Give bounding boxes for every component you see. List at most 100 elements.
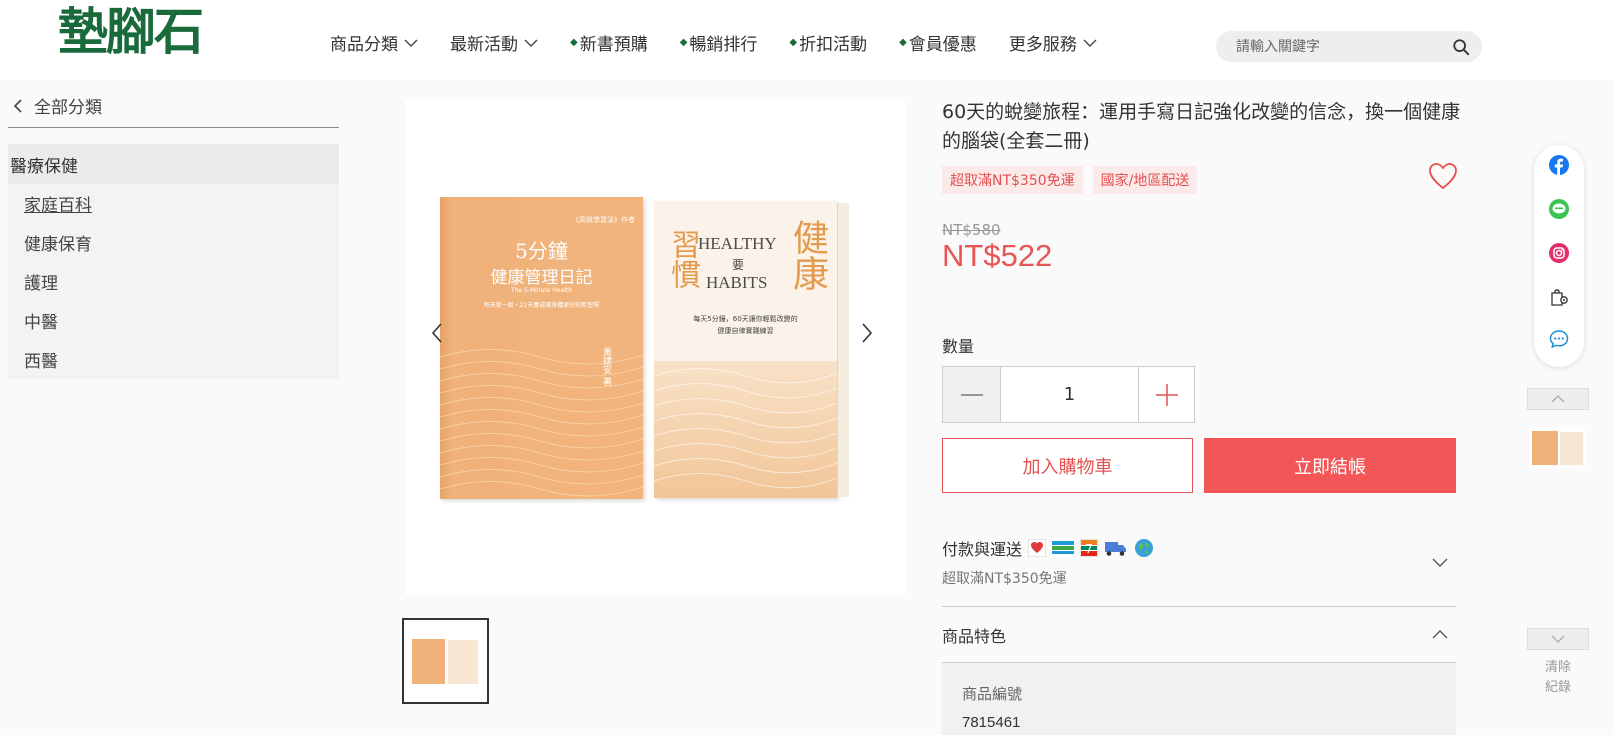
social-share-bar xyxy=(1534,145,1584,367)
site-logo[interactable]: 墊腳石 xyxy=(58,4,204,60)
sidebar-subcategory[interactable]: 西醫 xyxy=(8,340,339,379)
nav-bullet-icon: ◆ xyxy=(789,37,798,48)
clear-history-label: 清除 xyxy=(1544,660,1571,675)
nav-item-5[interactable]: ◆ 會員優惠 xyxy=(899,30,977,55)
chevron-down-icon xyxy=(404,39,418,47)
nav-item-3[interactable]: ◆ 暢銷排行 xyxy=(680,30,758,55)
sidebar-subcategory[interactable]: 中醫 xyxy=(8,301,339,340)
quantity-label: 數量 xyxy=(942,337,975,356)
clear-history-button[interactable]: 清除 紀錄 xyxy=(1540,658,1576,698)
sidebar-subcategory[interactable]: 護理 xyxy=(8,262,339,301)
category-heading[interactable]: 醫療保健 xyxy=(8,144,339,184)
search-input[interactable] xyxy=(1236,38,1452,55)
book-right-subtitle: 每天5分鐘，60天讓你輕鬆改變的 xyxy=(693,315,798,323)
instagram-icon[interactable] xyxy=(1549,243,1569,263)
subcategory-label: 西醫 xyxy=(24,352,58,372)
seven-eleven-icon: 7 xyxy=(1080,539,1099,557)
product-title: 60天的蛻變旅程：運用手寫日記強化改變的信念，換一個健康的腦袋(全套二冊) xyxy=(942,101,1461,152)
chevron-left-icon xyxy=(13,98,22,113)
search-bar[interactable] xyxy=(1216,31,1482,62)
nav-item-label: 折扣活動 xyxy=(799,35,868,55)
product-tags: 超取滿NT$350免運 國家/地區配送 xyxy=(942,166,1198,194)
sidebar-subcategory[interactable]: 健康保育 xyxy=(8,223,339,262)
chevron-down-icon[interactable] xyxy=(1432,558,1448,568)
nav-item-2[interactable]: ◆ 新書預購 xyxy=(570,30,648,55)
globe-icon xyxy=(1135,539,1154,557)
quantity-decrease-button[interactable] xyxy=(943,367,1001,422)
search-icon[interactable] xyxy=(1452,38,1470,56)
thumb-book-left xyxy=(412,639,445,684)
line-icon[interactable] xyxy=(1549,199,1569,219)
svg-text:7: 7 xyxy=(1085,542,1093,556)
subcategory-label: 健康保育 xyxy=(24,235,92,255)
book-right-mid: 要 xyxy=(732,258,745,272)
sidebar-subcategory[interactable]: 家庭百科 xyxy=(8,184,339,223)
sku-label: 商品編號 xyxy=(962,685,1023,703)
category-sidebar: 全部分類 醫療保健 家庭百科健康保育護理中醫西醫 xyxy=(8,80,339,379)
nav-bullet-icon: ◆ xyxy=(899,37,907,48)
book-left-author: 黃捷安 著 xyxy=(601,347,611,386)
book-right-subtitle2: 健康自律實踐練習 xyxy=(717,327,774,335)
quantity-value[interactable]: 1 xyxy=(1001,367,1139,422)
nav-item-label: 新書預購 xyxy=(579,35,648,55)
shipping-tag: 超取滿NT$350免運 xyxy=(942,166,1083,194)
features-body: 商品編號 7815461 xyxy=(942,663,1456,735)
nav-item-label: 商品分類 xyxy=(330,35,398,55)
nav-item-4[interactable]: ◆ 折扣活動 xyxy=(789,30,867,55)
delivery-truck-icon xyxy=(1105,542,1127,556)
all-categories-link[interactable]: 全部分類 xyxy=(8,84,339,128)
nav-item-label: 最新活動 xyxy=(450,35,518,55)
nav-bullet-icon: ◆ xyxy=(570,37,578,48)
book-right-right-chars: 健康 xyxy=(787,219,828,291)
wave-pattern-right xyxy=(654,361,837,498)
payment-title: 付款與運送 xyxy=(942,540,1023,559)
heart-icon[interactable] xyxy=(1428,162,1458,190)
sale-price: NT$522 xyxy=(942,238,1053,273)
clear-history-label: 紀錄 xyxy=(1544,680,1571,695)
payment-shipping-section[interactable]: 付款與運送 7 超取滿NT$350免運 xyxy=(942,536,1456,607)
nav-item-label: 更多服務 xyxy=(1008,35,1077,55)
chevron-down-icon xyxy=(524,39,538,47)
book-left-top: 《高效學習法》作者 xyxy=(572,216,635,224)
recent-thumb-right xyxy=(1560,432,1583,465)
nav-item-0[interactable]: 商品分類 xyxy=(330,30,418,55)
book-left-title2: 健康管理日記 xyxy=(490,268,593,288)
add-to-cart-button[interactable]: 加入購物車 xyxy=(942,438,1193,493)
features-section-header[interactable]: 商品特色 xyxy=(942,607,1456,663)
book-right-en-bottom: HABITS xyxy=(706,273,768,292)
subcategory-label: 護理 xyxy=(24,274,58,294)
book-right-left-chars: 習慣 xyxy=(665,229,700,289)
sku-value: 7815461 xyxy=(962,714,1021,731)
checkout-button[interactable]: 立即結帳 xyxy=(1204,438,1456,493)
nav-item-label: 暢銷排行 xyxy=(689,35,758,55)
store-pickup-icon[interactable] xyxy=(1549,287,1569,307)
recent-thumb-left xyxy=(1532,431,1558,465)
nav-item-1[interactable]: 最新活動 xyxy=(450,30,538,55)
region-tag[interactable]: 國家/地區配送 xyxy=(1092,166,1198,194)
familymart-icon xyxy=(1052,539,1075,557)
book-left-tagline: 每天寫一頁・21天養成讓身體更好的新習慣 xyxy=(483,302,600,309)
facebook-icon[interactable] xyxy=(1549,155,1569,175)
chevron-up-icon[interactable] xyxy=(1432,629,1448,639)
nav-item-6[interactable]: 更多服務 xyxy=(1009,30,1097,55)
product-thumbnail[interactable] xyxy=(402,618,489,704)
book-cover-left: 《高效學習法》作者 5分鐘 健康管理日記 The 5-Minute Health… xyxy=(440,197,643,499)
image-prev-arrow[interactable] xyxy=(430,322,444,344)
chat-icon[interactable] xyxy=(1549,329,1569,349)
nav-bullet-icon: ◆ xyxy=(679,37,688,48)
quantity-increase-button[interactable] xyxy=(1139,367,1194,422)
original-price: NT$580 xyxy=(942,221,1001,239)
product-main-image[interactable]: 《高效學習法》作者 5分鐘 健康管理日記 The 5-Minute Health… xyxy=(405,100,905,595)
chevron-down-icon xyxy=(1551,635,1565,643)
features-title: 商品特色 xyxy=(942,626,1007,646)
hilife-icon xyxy=(1028,539,1047,557)
thumb-book-right xyxy=(448,640,478,684)
subcategory-label: 中醫 xyxy=(24,313,58,333)
recent-scroll-up-button[interactable] xyxy=(1527,388,1589,410)
recently-viewed-item[interactable] xyxy=(1530,428,1586,468)
chevron-down-icon xyxy=(1083,39,1097,47)
recent-scroll-down-button[interactable] xyxy=(1527,628,1589,650)
category-list: 醫療保健 家庭百科健康保育護理中醫西醫 xyxy=(8,144,339,379)
main-nav: 商品分類 最新活動 ◆ 新書預購 ◆ 暢銷排行 ◆ 折扣活動 ◆ 會員優惠 更多服務 xyxy=(330,30,1129,55)
image-next-arrow[interactable] xyxy=(860,322,874,344)
